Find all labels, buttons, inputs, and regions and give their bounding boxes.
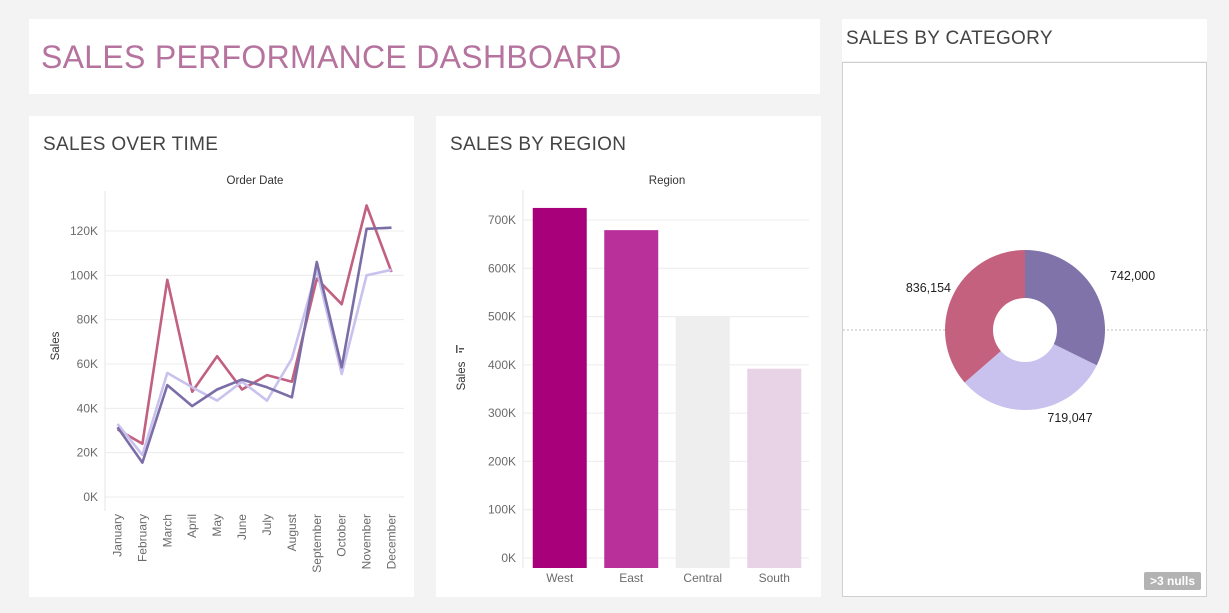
bar[interactable] <box>532 207 587 568</box>
y-axis-title: Sales <box>456 361 468 390</box>
sales-over-time-chart[interactable]: 0K 20K 40K 60K 80K 100K 120K Order Date Sales Jan… <box>29 116 414 597</box>
slice-label: 719,047 <box>1047 411 1092 425</box>
sort-icon-part <box>459 348 464 350</box>
x-tick-label: Central <box>683 571 722 585</box>
sort-icon-part <box>459 351 462 353</box>
x-tick-label: June <box>235 514 249 540</box>
slice-label: 836,154 <box>906 281 951 295</box>
sales-by-category-panel: 742,000 719,047 836,154 >3 nulls <box>842 62 1208 598</box>
y-tick-label: 100K <box>70 268 98 282</box>
nulls-indicator-badge[interactable]: >3 nulls <box>1143 572 1201 590</box>
bar[interactable] <box>675 316 730 568</box>
y-tick-label: 60K <box>77 357 98 371</box>
bar[interactable] <box>604 230 659 568</box>
x-header-label: Order Date <box>227 175 284 187</box>
x-tick-label: August <box>285 513 299 551</box>
x-tick-label: July <box>260 514 274 535</box>
y-tick-label: 700K <box>488 213 516 227</box>
x-tick-label: February <box>135 514 149 562</box>
y-tick-label: 0K <box>83 490 98 504</box>
slice-label: 742,000 <box>1110 269 1155 283</box>
x-tick-label: March <box>160 514 174 547</box>
sales-by-category-header: SALES BY CATEGORY <box>842 19 1207 61</box>
y-axis-title: Sales <box>50 331 62 360</box>
y-tick-label: 120K <box>70 224 98 238</box>
y-tick-label: 0K <box>501 551 516 565</box>
y-tick-label: 300K <box>488 406 516 420</box>
x-tick-label: May <box>210 514 224 537</box>
x-tick-label: West <box>546 571 574 585</box>
x-tick-label: April <box>185 514 199 538</box>
sales-over-time-panel: SALES OVER TIME 0K 20K 40K 60K 80K 100K 120K Or… <box>29 116 414 597</box>
donut-hole <box>993 298 1057 362</box>
y-tick-label: 200K <box>488 454 516 468</box>
x-tick-label: East <box>619 571 644 585</box>
title-panel: SALES PERFORMANCE DASHBOARD <box>29 19 820 94</box>
x-tick-label: October <box>335 514 349 557</box>
x-tick-label: September <box>310 514 324 573</box>
series-line[interactable] <box>116 268 392 457</box>
y-tick-label: 20K <box>77 446 98 460</box>
sales-by-category-chart[interactable]: 742,000 719,047 836,154 <box>843 63 1208 598</box>
bar[interactable] <box>747 368 802 568</box>
y-tick-label: 400K <box>488 358 516 372</box>
y-tick-label: 80K <box>77 313 98 327</box>
x-tick-label: December <box>385 514 399 569</box>
dashboard-title: SALES PERFORMANCE DASHBOARD <box>41 39 622 75</box>
sales-by-category-title: SALES BY CATEGORY <box>846 28 1053 49</box>
y-tick-label: 40K <box>77 401 98 415</box>
sales-by-region-panel: SALES BY REGION 0K 100K 200K 300K 400K 500K 60… <box>436 116 821 597</box>
sort-icon-part <box>456 345 458 353</box>
x-tick-label: January <box>110 514 124 557</box>
x-tick-label: November <box>360 514 374 569</box>
x-tick-label: South <box>759 571 790 585</box>
sort-descending-icon[interactable] <box>456 345 464 353</box>
y-tick-label: 500K <box>488 310 516 324</box>
y-tick-label: 100K <box>488 503 516 517</box>
y-tick-label: 600K <box>488 261 516 275</box>
x-header-label: Region <box>649 175 685 187</box>
sales-by-region-chart[interactable]: 0K 100K 200K 300K 400K 500K 600K 700K Region Sale… <box>436 116 821 597</box>
